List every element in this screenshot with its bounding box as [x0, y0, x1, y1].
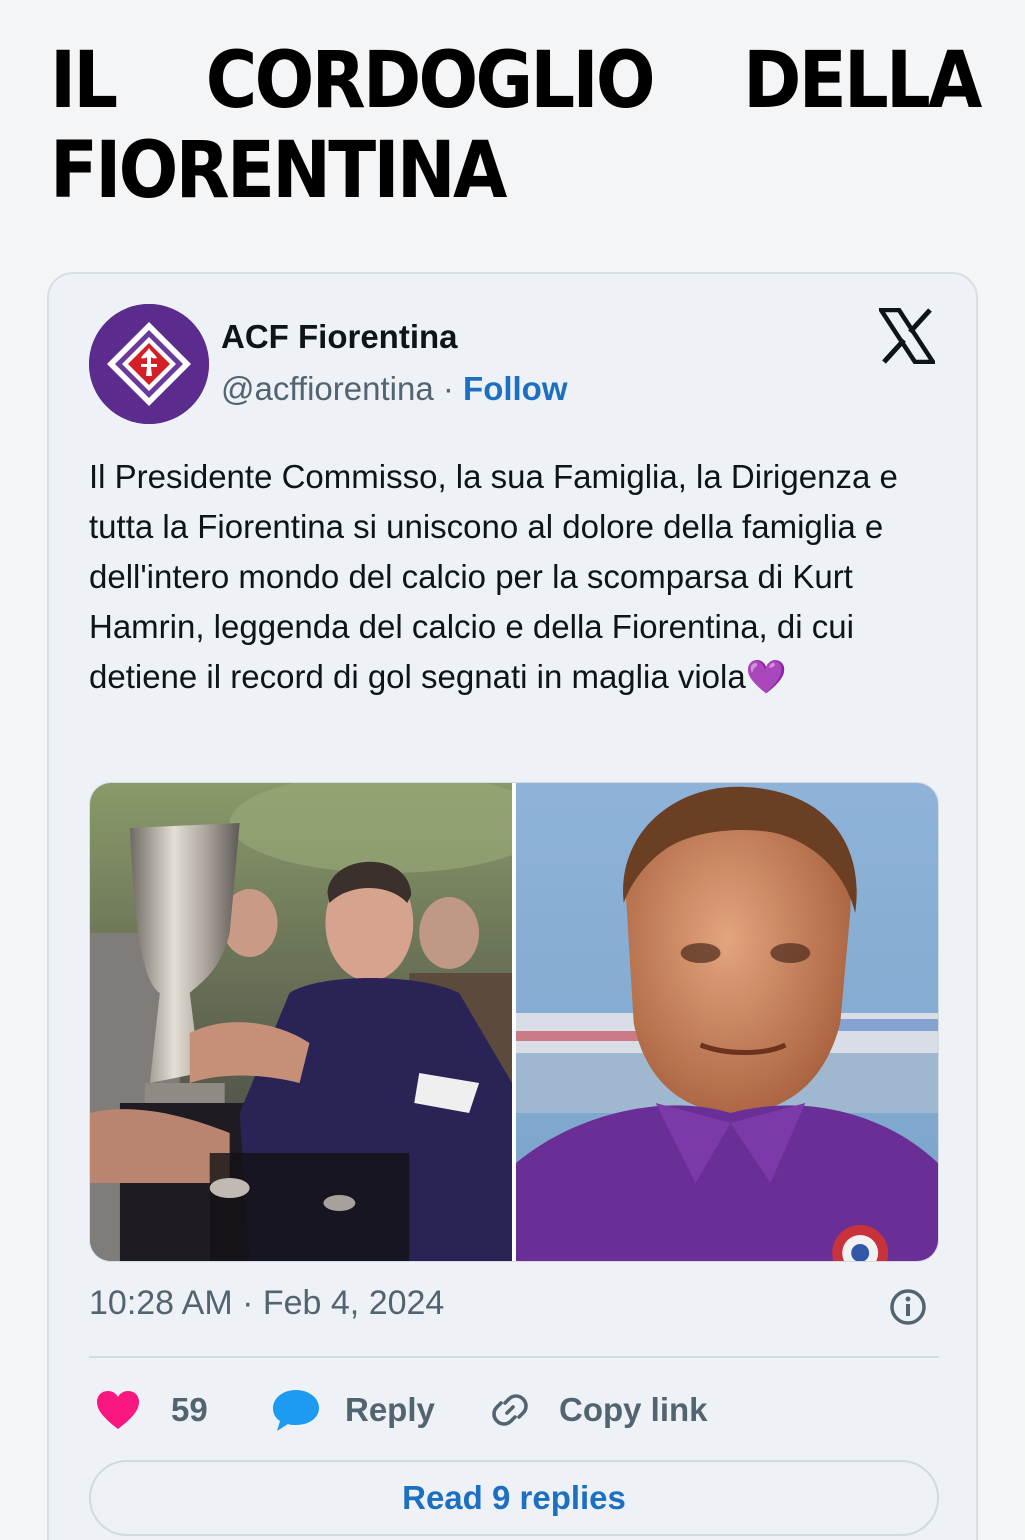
- separator-dot: ·: [442, 370, 454, 407]
- like-button[interactable]: 59: [95, 1380, 208, 1440]
- embedded-tweet-card[interactable]: ACF Fiorentina @acffiorentina · Follow I…: [47, 272, 978, 1540]
- speech-bubble-icon: [273, 1390, 319, 1431]
- portrait-photo[interactable]: [516, 783, 938, 1261]
- purple-heart-emoji: 💜: [745, 658, 787, 695]
- like-count: 59: [171, 1391, 208, 1428]
- reply-label: Reply: [345, 1391, 435, 1428]
- x-logo-icon[interactable]: [879, 308, 935, 364]
- link-icon: [492, 1394, 528, 1426]
- heart-icon: [97, 1391, 139, 1429]
- trophy-photo-image: [90, 783, 512, 1261]
- follow-button[interactable]: Follow: [463, 370, 567, 407]
- tweet-timestamp[interactable]: 10:28 AM · Feb 4, 2024: [89, 1284, 444, 1323]
- article-headline: IL CORDOGLIO DELLA FIORENTINA: [50, 36, 982, 216]
- trophy-photo[interactable]: [90, 783, 512, 1261]
- author-name[interactable]: ACF Fiorentina: [221, 318, 458, 356]
- reply-button[interactable]: Reply: [271, 1380, 435, 1440]
- read-replies-button[interactable]: Read 9 replies: [89, 1460, 939, 1536]
- tweet-text: Il Presidente Commisso, la sua Famiglia,…: [89, 452, 939, 702]
- info-icon[interactable]: [889, 1288, 927, 1326]
- author-handle-row: @acffiorentina · Follow: [221, 370, 568, 408]
- tweet-media[interactable]: [89, 782, 939, 1262]
- author-handle[interactable]: @acffiorentina: [221, 370, 434, 407]
- fiorentina-logo-icon: [89, 304, 209, 424]
- divider: [89, 1356, 939, 1358]
- avatar[interactable]: [89, 304, 209, 424]
- copy-link-label: Copy link: [559, 1391, 708, 1428]
- copy-link-button[interactable]: Copy link: [487, 1380, 708, 1440]
- portrait-photo-image: [516, 783, 938, 1261]
- tweet-actions: 59 Reply Copy link: [89, 1380, 939, 1440]
